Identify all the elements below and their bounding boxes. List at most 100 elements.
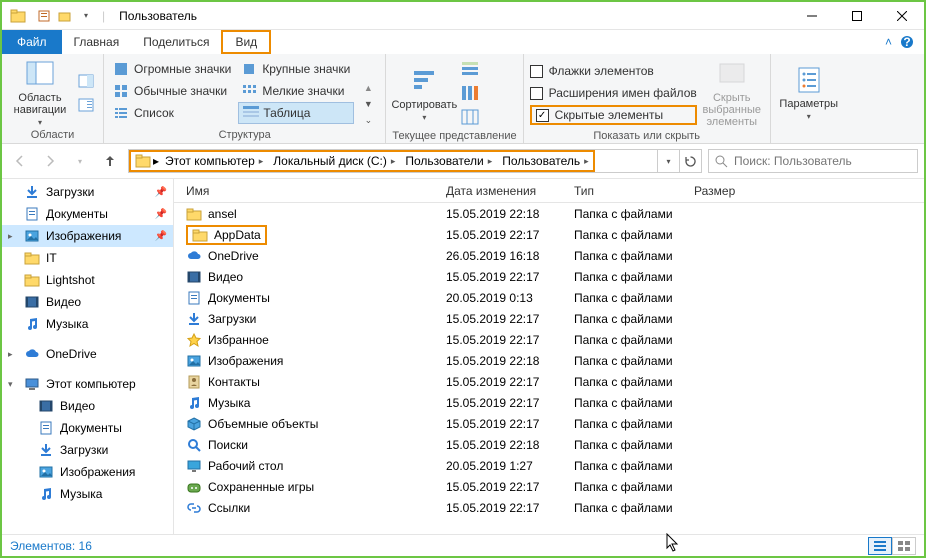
navigation-tree[interactable]: Загрузки📌Документы📌▸Изображения📌ITLights…	[2, 179, 174, 534]
ribbon-group-showhide-label: Показать или скрыть	[530, 128, 764, 142]
recent-locations[interactable]: ▾	[68, 149, 92, 173]
breadcrumb-item[interactable]: Этот компьютер▸	[161, 152, 267, 170]
table-row[interactable]: Избранное15.05.2019 22:17Папка с файлами	[174, 329, 924, 350]
table-row[interactable]: Объемные объекты15.05.2019 22:17Папка с …	[174, 413, 924, 434]
file-type: Папка с файлами	[574, 291, 694, 305]
file-name: Контакты	[208, 375, 260, 389]
table-row[interactable]: Поиски15.05.2019 22:18Папка с файлами	[174, 434, 924, 455]
file-type: Папка с файлами	[574, 270, 694, 284]
help-icon[interactable]: ?	[900, 35, 914, 49]
table-row[interactable]: OneDrive26.05.2019 16:18Папка с файлами	[174, 245, 924, 266]
tree-item[interactable]: Загрузки	[2, 439, 173, 461]
expander-icon[interactable]: ▸	[8, 231, 13, 242]
qat-properties[interactable]	[34, 6, 54, 26]
layout-expand[interactable]: ⌄	[357, 113, 379, 127]
tab-view[interactable]: Вид	[221, 30, 271, 54]
table-row[interactable]: ansel15.05.2019 22:18Папка с файлами	[174, 203, 924, 224]
table-row[interactable]: Изображения15.05.2019 22:18Папка с файла…	[174, 350, 924, 371]
layout-scroll-down[interactable]: ▼	[357, 97, 379, 111]
add-columns-button[interactable]	[459, 82, 481, 104]
minimize-button[interactable]	[789, 2, 834, 30]
file-date: 15.05.2019 22:17	[446, 333, 574, 347]
folder-icon	[8, 6, 28, 26]
size-columns-button[interactable]	[459, 106, 481, 128]
tree-item[interactable]: Документы📌	[2, 203, 173, 225]
layout-large[interactable]: Крупные значки	[238, 58, 354, 80]
table-row[interactable]: Видео15.05.2019 22:17Папка с файлами	[174, 266, 924, 287]
view-details-button[interactable]	[868, 537, 892, 555]
pic-icon	[24, 228, 40, 244]
expander-icon[interactable]: ▾	[8, 379, 13, 390]
col-size[interactable]: Размер	[694, 184, 924, 198]
breadcrumb-item[interactable]: Локальный диск (C:)▸	[269, 152, 399, 170]
col-type[interactable]: Тип	[574, 184, 694, 198]
col-name[interactable]: Имя	[186, 184, 446, 198]
layout-medium[interactable]: Обычные значки	[110, 80, 235, 102]
refresh-button[interactable]	[679, 150, 701, 172]
close-button[interactable]	[879, 2, 924, 30]
table-row[interactable]: Документы20.05.2019 0:13Папка с файлами	[174, 287, 924, 308]
group-by-button[interactable]	[459, 58, 481, 80]
address-dropdown[interactable]: ▾	[657, 150, 679, 172]
tab-share[interactable]: Поделиться	[131, 30, 221, 54]
back-button[interactable]	[8, 149, 32, 173]
preview-pane-button[interactable]	[75, 70, 97, 92]
file-extensions-toggle[interactable]: Расширения имен файлов	[530, 83, 697, 103]
details-pane-button[interactable]	[75, 94, 97, 116]
table-row[interactable]: Музыка15.05.2019 22:17Папка с файлами	[174, 392, 924, 413]
file-list: Имя Дата изменения Тип Размер ansel15.05…	[174, 179, 924, 534]
search-box[interactable]	[708, 149, 918, 173]
tree-item[interactable]: Видео	[2, 291, 173, 313]
hide-selected-button[interactable]: Скрыть выбранные элементы	[700, 58, 764, 128]
qat-new-folder[interactable]	[55, 6, 75, 26]
qat-customize[interactable]: ▾	[76, 6, 96, 26]
tab-home[interactable]: Главная	[62, 30, 132, 54]
tree-item[interactable]: IT	[2, 247, 173, 269]
hidden-items-toggle[interactable]: Скрытые элементы	[530, 105, 697, 125]
table-row[interactable]: Контакты15.05.2019 22:17Папка с файлами	[174, 371, 924, 392]
ribbon-collapse-icon[interactable]: ˄	[885, 35, 892, 49]
sort-button[interactable]: Сортировать ▾	[392, 58, 456, 128]
tree-item[interactable]: Документы	[2, 417, 173, 439]
window-title: Пользователь	[119, 9, 197, 23]
layout-small[interactable]: Мелкие значки	[238, 80, 354, 102]
item-checkboxes-toggle[interactable]: Флажки элементов	[530, 61, 697, 81]
up-button[interactable]	[98, 149, 122, 173]
tree-item[interactable]: Изображения	[2, 461, 173, 483]
tree-item[interactable]: ▾Этот компьютер	[2, 373, 173, 395]
layout-list[interactable]: Список	[110, 102, 235, 124]
table-row[interactable]: AppData15.05.2019 22:17Папка с файлами	[174, 224, 924, 245]
breadcrumb-item[interactable]: Пользователь▸	[498, 152, 592, 170]
col-date[interactable]: Дата изменения	[446, 184, 574, 198]
tree-item[interactable]: Музыка	[2, 313, 173, 335]
table-row[interactable]: Сохраненные игры15.05.2019 22:17Папка с …	[174, 476, 924, 497]
tree-item[interactable]: Загрузки📌	[2, 181, 173, 203]
layout-scroll-up[interactable]: ▲	[357, 81, 379, 95]
tree-item[interactable]: Музыка	[2, 483, 173, 505]
file-name: Рабочий стол	[208, 459, 283, 473]
search-input[interactable]	[734, 154, 911, 168]
folder-icon	[135, 153, 151, 169]
file-name: OneDrive	[208, 249, 259, 263]
breadcrumb-item[interactable]: Пользователи▸	[401, 152, 496, 170]
layout-extra-large[interactable]: Огромные значки	[110, 58, 235, 80]
address-input[interactable]: ▸ Этот компьютер▸Локальный диск (C:)▸Пол…	[128, 149, 702, 173]
view-thumbnails-button[interactable]	[892, 537, 916, 555]
table-row[interactable]: Ссылки15.05.2019 22:17Папка с файлами	[174, 497, 924, 518]
file-type: Папка с файлами	[574, 333, 694, 347]
tree-item[interactable]: ▸Изображения📌	[2, 225, 173, 247]
forward-button[interactable]	[38, 149, 62, 173]
folder-icon	[192, 227, 208, 243]
layout-details[interactable]: Таблица	[238, 102, 354, 124]
chevron-right-icon[interactable]: ▸	[153, 154, 159, 168]
options-button[interactable]: Параметры ▾	[777, 58, 841, 127]
tab-file[interactable]: Файл	[2, 30, 62, 54]
expander-icon[interactable]: ▸	[8, 349, 13, 360]
tree-item[interactable]: Видео	[2, 395, 173, 417]
table-row[interactable]: Загрузки15.05.2019 22:17Папка с файлами	[174, 308, 924, 329]
tree-item[interactable]: ▸OneDrive	[2, 343, 173, 365]
tree-item[interactable]: Lightshot	[2, 269, 173, 291]
maximize-button[interactable]	[834, 2, 879, 30]
navigation-pane-button[interactable]: Область навигации ▾	[8, 58, 72, 127]
table-row[interactable]: Рабочий стол20.05.2019 1:27Папка с файла…	[174, 455, 924, 476]
